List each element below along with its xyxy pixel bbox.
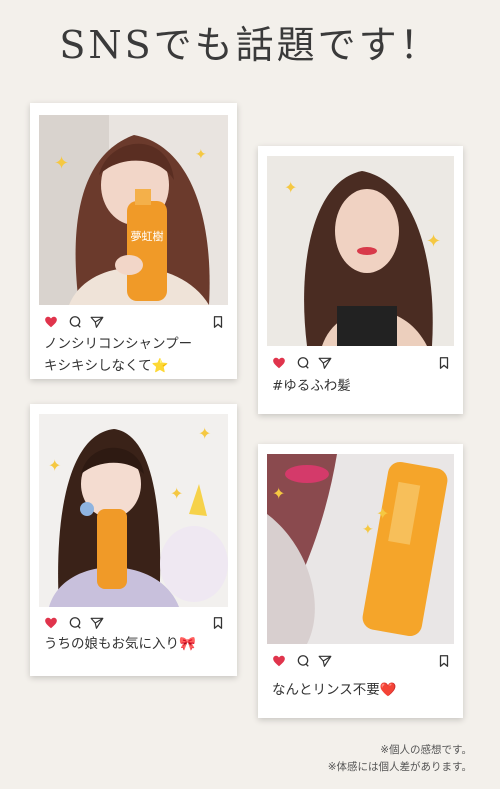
post-caption: うちの娘もお気に入り🎀 xyxy=(44,636,196,652)
bookmark-icon[interactable] xyxy=(437,654,451,668)
sparkle-icon: ✦ xyxy=(362,522,374,538)
post-caption: #ゆるふわ髪 xyxy=(272,378,351,394)
post-photo-4 xyxy=(267,454,454,644)
share-icon[interactable] xyxy=(90,315,104,329)
comment-icon[interactable] xyxy=(68,616,82,630)
bookmark-icon[interactable] xyxy=(211,616,225,630)
disclaimer-note: ※体感には個人差があります。 xyxy=(327,761,472,773)
comment-icon[interactable] xyxy=(296,356,310,370)
post-caption: なんとリンス不要❤️ xyxy=(272,682,397,698)
sparkle-icon: ✦ xyxy=(198,424,212,443)
share-icon[interactable] xyxy=(318,356,332,370)
heart-icon[interactable] xyxy=(44,315,58,329)
sns-post-card-2[interactable]: ✦ ✦ #ゆるふわ髪 xyxy=(258,146,463,414)
share-icon[interactable] xyxy=(318,654,332,668)
sparkle-icon: ✦ xyxy=(272,484,286,503)
page-title: SNSでも話題です！ xyxy=(59,23,441,67)
heart-icon[interactable] xyxy=(272,356,286,370)
share-icon[interactable] xyxy=(90,616,104,630)
sparkle-icon: ✦ xyxy=(48,456,62,475)
heart-icon[interactable] xyxy=(272,654,286,668)
heart-icon[interactable] xyxy=(44,616,58,630)
post-photo-1: 夢虹樹 xyxy=(39,115,228,305)
bottle-label: 夢虹樹 xyxy=(131,230,164,243)
bookmark-icon[interactable] xyxy=(211,315,225,329)
comment-icon[interactable] xyxy=(296,654,310,668)
post-caption: ノンシリコンシャンプー キシキシしなくて⭐ xyxy=(44,336,193,374)
bookmark-icon[interactable] xyxy=(437,356,451,370)
sparkle-icon: ✦ xyxy=(195,147,207,163)
disclaimer-note: ※個人の感想です。 xyxy=(380,744,472,756)
sns-post-card-1[interactable]: 夢虹樹 ✦ ✦ ノンシリコンシャンプー キシキシしなくて⭐ xyxy=(30,103,237,379)
disclaimer-notes: ※個人の感想です。 ※体感には個人差があります。 xyxy=(328,742,472,776)
sns-post-card-3[interactable]: ✦ ✦ ✦ うちの娘もお気に入り🎀 xyxy=(30,404,237,676)
sns-post-card-4[interactable]: ✦ ✦ ✦ なんとリンス不要❤️ xyxy=(258,444,463,718)
sparkle-icon: ✦ xyxy=(284,178,298,197)
comment-icon[interactable] xyxy=(68,315,82,329)
sparkle-icon: ✦ xyxy=(426,231,442,252)
sparkle-icon: ✦ xyxy=(376,504,390,523)
sparkle-icon: ✦ xyxy=(54,153,70,174)
sparkle-icon: ✦ xyxy=(170,484,184,503)
